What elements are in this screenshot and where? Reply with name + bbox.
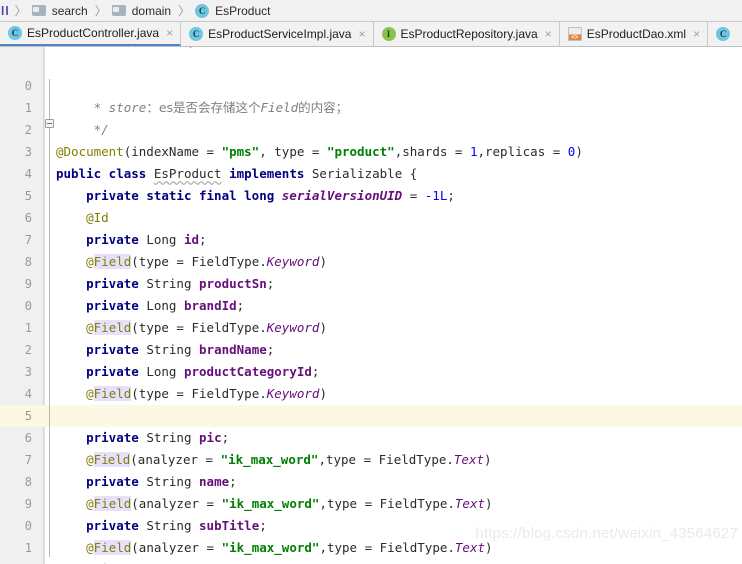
breadcrumb-item-label: search — [51, 3, 88, 18]
code-line[interactable]: 1 */ — [0, 75, 742, 137]
line-number: 6 — [24, 431, 32, 445]
tab-label: EsProductServiceImpl.java — [208, 27, 352, 41]
breadcrumb-separator: 〉 — [14, 4, 27, 18]
code-line[interactable]: 0 @Field(type = FieldType.Keyword) — [0, 273, 742, 335]
line-number: 8 — [24, 475, 32, 489]
class-icon: C — [716, 27, 731, 41]
xml-file-icon — [567, 27, 582, 41]
line-number: 3 — [24, 365, 32, 379]
code-line[interactable]: 2 private BigDecimal price; — [0, 537, 742, 564]
fold-region-line — [49, 79, 50, 557]
code-line[interactable]: 7 private String name; — [0, 427, 742, 489]
code-line[interactable]: 5 private String pic; — [0, 383, 742, 445]
code-line[interactable]: 8 private String productSn; — [0, 229, 742, 291]
breadcrumb-item-clipped[interactable]: ll — [0, 0, 11, 21]
code-line[interactable]: 9 private String subTitle; — [0, 471, 742, 533]
code-line[interactable]: 0 * store：es是否会存储这个Field的内容； — [0, 53, 742, 115]
code-line[interactable]: 8 @Field(analyzer = "ik_max_word",type =… — [0, 449, 742, 511]
code-line[interactable]: 0 @Field(analyzer = "ik_max_word",type =… — [0, 493, 742, 555]
breadcrumb: ll 〉 search 〉 domain 〉 C EsProduct — [0, 0, 742, 22]
line-number: 5 — [24, 409, 32, 423]
line-number: 2 — [0, 559, 32, 564]
interface-icon: I — [381, 27, 396, 41]
line-number: 0 — [24, 519, 32, 533]
breadcrumb-item-search[interactable]: search — [31, 0, 91, 21]
line-number: 6 — [24, 211, 32, 225]
code-line[interactable]: 9 private Long brandId; — [0, 251, 742, 313]
line-number: 4 — [24, 167, 32, 181]
class-icon: C — [8, 26, 22, 40]
tab-esproductdao-xml[interactable]: EsProductDao.xml × — [559, 22, 709, 46]
clipped-comment-text: * index：是否建立索引； — [56, 47, 200, 49]
code-line[interactable]: 4 private String productCategoryName; — [0, 361, 742, 423]
line-number: 4 — [24, 387, 32, 401]
close-icon[interactable]: × — [544, 28, 553, 40]
line-number: 5 — [24, 189, 32, 203]
code-line[interactable]: 1 private String brandName; — [0, 295, 742, 357]
folder-icon — [31, 5, 46, 16]
code-line[interactable]: 3 public class EsProduct implements Seri… — [0, 119, 742, 181]
line-number: 0 — [24, 79, 32, 93]
code-line[interactable]: 7 @Field(type = FieldType.Keyword) — [0, 207, 742, 269]
editor-tab-bar: C EsProductController.java × C EsProduct… — [0, 22, 742, 47]
line-number: 9 — [24, 277, 32, 291]
line-number: 1 — [24, 321, 32, 335]
line-number: 2 — [24, 123, 32, 137]
tab-clipped-next[interactable]: C — [708, 22, 738, 46]
code-line[interactable]: 5 @Id — [0, 163, 742, 225]
breadcrumb-separator: 〉 — [94, 4, 107, 18]
code-content[interactable]: * index：是否建立索引； 0 * store：es是否会存储这个Field… — [0, 47, 742, 564]
class-icon: C — [195, 3, 210, 18]
line-number: 2 — [24, 343, 32, 357]
close-icon[interactable]: × — [165, 27, 174, 39]
code-line[interactable]: 6 private Long id; — [0, 185, 742, 247]
breadcrumb-item-label: EsProduct — [215, 3, 271, 18]
tab-label: EsProductDao.xml — [586, 27, 687, 41]
code-editor[interactable]: * index：是否建立索引； 0 * store：es是否会存储这个Field… — [0, 47, 742, 564]
tab-label: EsProductRepository.java — [400, 27, 538, 41]
close-icon[interactable]: × — [692, 28, 701, 40]
fold-collapse-icon[interactable] — [45, 119, 54, 128]
tab-label: EsProductController.java — [27, 26, 160, 40]
code-line[interactable]: 1 private String keywords; — [0, 515, 742, 564]
code-line[interactable]: 4 private static final long serialVersio… — [0, 141, 742, 203]
code-line-active[interactable]: 6 @Field(analyzer = "ik_max_word",type =… — [0, 405, 742, 467]
line-number: 3 — [24, 145, 32, 159]
breadcrumb-item-label: domain — [131, 3, 172, 18]
line-number: 1 — [24, 101, 32, 115]
folder-icon — [111, 5, 126, 16]
breadcrumb-separator: 〉 — [178, 4, 191, 18]
breadcrumb-item-domain[interactable]: domain — [111, 0, 174, 21]
line-number: 8 — [24, 255, 32, 269]
line-number: 7 — [24, 233, 32, 247]
tab-esproductrepository[interactable]: I EsProductRepository.java × — [373, 22, 560, 46]
tab-esproductcontroller[interactable]: C EsProductController.java × — [0, 22, 182, 46]
line-number: 1 — [24, 541, 32, 555]
code-text: private String keywords; — [56, 559, 742, 564]
breadcrumb-item-esproduct[interactable]: C EsProduct — [194, 0, 273, 21]
tab-esproductserviceimpl[interactable]: C EsProductServiceImpl.java × — [181, 22, 374, 46]
line-number: 7 — [24, 453, 32, 467]
class-icon: C — [189, 27, 204, 41]
close-icon[interactable]: × — [357, 28, 366, 40]
code-line[interactable]: 2 private Long productCategoryId; — [0, 317, 742, 379]
line-number: 9 — [24, 497, 32, 511]
code-line[interactable]: 2 @Document(indexName = "pms", type = "p… — [0, 97, 742, 159]
code-line[interactable]: 3 @Field(type = FieldType.Keyword) — [0, 339, 742, 401]
line-number: 0 — [24, 299, 32, 313]
